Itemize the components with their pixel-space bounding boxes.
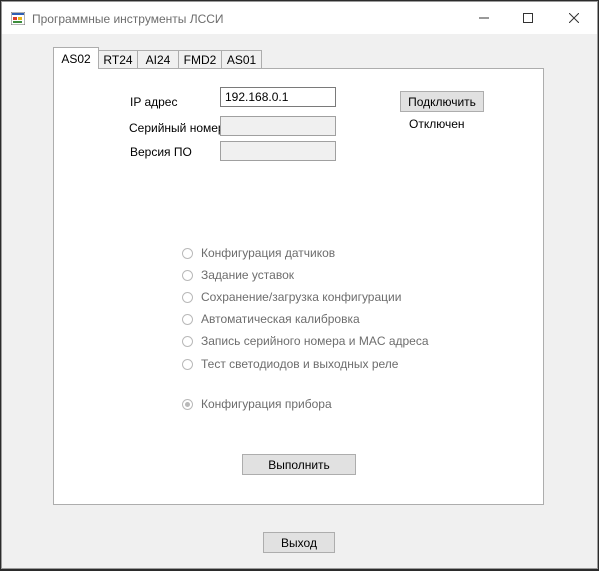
option-label: Запись серийного номера и MAC адреса bbox=[201, 334, 429, 348]
title-bar[interactable]: Программные инструменты ЛССИ bbox=[2, 2, 597, 34]
tab-label: AS02 bbox=[61, 51, 91, 66]
radio-button[interactable] bbox=[182, 247, 193, 259]
tab-rt24[interactable]: RT24 bbox=[98, 50, 138, 69]
window-title: Программные инструменты ЛССИ bbox=[32, 12, 224, 26]
close-button[interactable] bbox=[551, 2, 597, 34]
tab-ai24[interactable]: AI24 bbox=[137, 50, 179, 69]
option-label: Задание уставок bbox=[201, 268, 294, 282]
tab-label: AI24 bbox=[145, 53, 171, 67]
maximize-button[interactable] bbox=[505, 2, 551, 34]
radio-button[interactable] bbox=[182, 269, 193, 281]
option-serial-mac-write[interactable]: Запись серийного номера и MAC адреса bbox=[182, 333, 429, 349]
connect-button[interactable]: Подключить bbox=[400, 91, 484, 112]
option-label: Конфигурация прибора bbox=[201, 397, 332, 411]
option-label: Автоматическая калибровка bbox=[201, 312, 360, 326]
minimize-icon bbox=[479, 17, 489, 19]
tab-label: RT24 bbox=[103, 53, 133, 67]
tab-label: FMD2 bbox=[183, 53, 217, 67]
option-sensor-config[interactable]: Конфигурация датчиков bbox=[182, 245, 335, 261]
serial-number-label: Серийный номер bbox=[129, 121, 225, 135]
option-save-load-config[interactable]: Сохранение/загрузка конфигурации bbox=[182, 289, 401, 305]
radio-button-checked[interactable] bbox=[182, 398, 193, 410]
option-setpoints[interactable]: Задание уставок bbox=[182, 267, 294, 283]
app-window: Программные инструменты ЛССИ AS02 RT24 A… bbox=[1, 1, 598, 569]
tab-label: AS01 bbox=[226, 53, 257, 67]
option-label: Конфигурация датчиков bbox=[201, 246, 336, 260]
close-icon bbox=[569, 13, 579, 23]
tab-fmd2[interactable]: FMD2 bbox=[178, 50, 222, 69]
tab-as01[interactable]: AS01 bbox=[221, 50, 262, 69]
app-window-icon bbox=[11, 12, 25, 25]
execute-button[interactable]: Выполнить bbox=[242, 454, 356, 475]
minimize-button[interactable] bbox=[461, 2, 507, 34]
firmware-version-label: Версия ПО bbox=[130, 145, 192, 159]
option-led-relay-test[interactable]: Тест светодиодов и выходных реле bbox=[182, 356, 398, 372]
ip-address-input[interactable] bbox=[220, 87, 336, 107]
option-device-config[interactable]: Конфигурация прибора bbox=[182, 396, 332, 412]
option-label: Тест светодиодов и выходных реле bbox=[201, 357, 399, 371]
maximize-icon bbox=[523, 13, 533, 23]
radio-button[interactable] bbox=[182, 291, 193, 303]
tab-as02[interactable]: AS02 bbox=[53, 47, 99, 69]
connection-status: Отключен bbox=[409, 117, 465, 131]
firmware-version-field[interactable] bbox=[220, 141, 336, 161]
option-label: Сохранение/загрузка конфигурации bbox=[201, 290, 402, 304]
ip-address-label: IP адрес bbox=[130, 95, 178, 109]
radio-button[interactable] bbox=[182, 335, 193, 347]
serial-number-field[interactable] bbox=[220, 116, 336, 136]
option-auto-calibration[interactable]: Автоматическая калибровка bbox=[182, 311, 360, 327]
radio-button[interactable] bbox=[182, 358, 193, 370]
radio-button[interactable] bbox=[182, 313, 193, 325]
exit-button[interactable]: Выход bbox=[263, 532, 335, 553]
